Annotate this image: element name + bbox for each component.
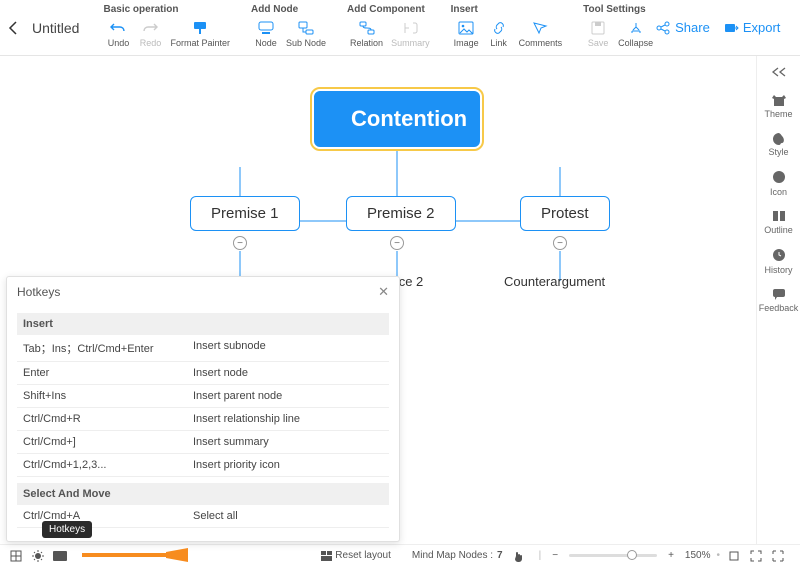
hk-row: Ctrl/Cmd+1,2,3...Insert priority icon xyxy=(17,454,389,477)
fit-icon[interactable] xyxy=(726,548,742,564)
relation-button[interactable]: Relation xyxy=(347,17,386,50)
fullscreen-icon[interactable] xyxy=(770,548,786,564)
save-button[interactable]: Save xyxy=(583,17,613,50)
node-premise1[interactable]: Premise 1 xyxy=(190,196,300,231)
insert-comments-button[interactable]: Comments xyxy=(516,17,566,50)
hk-row: Ctrl/Cmd+RInsert relationship line xyxy=(17,408,389,431)
hk-row: Shift+InsInsert parent node xyxy=(17,385,389,408)
center-icon[interactable] xyxy=(748,548,764,564)
shirt-icon xyxy=(771,93,787,107)
sidebar-icon[interactable]: Icon xyxy=(757,163,800,203)
node-root[interactable]: Contention xyxy=(314,91,480,147)
group-tools-label: Tool Settings xyxy=(583,4,656,15)
share-button[interactable]: Share xyxy=(656,20,710,35)
hotkeys-close-icon[interactable]: ✕ xyxy=(378,284,389,300)
group-addcomp-label: Add Component xyxy=(347,4,433,15)
sidebar-collapse-icon[interactable] xyxy=(757,64,800,87)
document-title[interactable]: Untitled xyxy=(32,20,79,36)
format-painter-button[interactable]: Format Painter xyxy=(167,17,233,50)
back-button[interactable] xyxy=(8,18,18,38)
hk-row: Ctrl/Cmd+]Insert summary xyxy=(17,431,389,454)
toolbar: Basic operation Undo Redo Format Painter… xyxy=(103,0,656,55)
sidebar-history[interactable]: History xyxy=(757,241,800,281)
right-sidebar: Theme Style Icon Outline History Feedbac… xyxy=(756,56,800,544)
status-keyboard-icon[interactable] xyxy=(52,548,68,564)
toggle-p1[interactable]: − xyxy=(233,236,247,250)
export-button[interactable]: Export xyxy=(724,20,781,35)
sidebar-outline[interactable]: Outline xyxy=(757,203,800,241)
smiley-icon xyxy=(771,169,787,185)
node-protest[interactable]: Protest xyxy=(520,196,610,231)
add-node-button[interactable]: Node xyxy=(251,17,281,50)
insert-link-button[interactable]: Link xyxy=(484,17,514,50)
zoom-out-button[interactable]: − xyxy=(547,550,563,561)
node-counterargument[interactable]: Counterargument xyxy=(504,274,605,289)
undo-button[interactable]: Undo xyxy=(103,17,133,50)
group-insert-label: Insert xyxy=(451,4,566,15)
hotkeys-panel: Hotkeys ✕ InsertTab；Ins；Ctrl/Cmd+EnterIn… xyxy=(6,276,400,542)
status-grid-icon[interactable] xyxy=(8,548,24,564)
reset-layout-button[interactable]: Reset layout xyxy=(316,550,396,561)
hotkeys-tooltip: Hotkeys xyxy=(42,521,92,538)
sidebar-feedback[interactable]: Feedback xyxy=(757,281,800,319)
zoom-in-button[interactable]: + xyxy=(663,550,679,561)
nodes-count: 7 xyxy=(497,550,503,561)
collapse-button[interactable]: Collapse xyxy=(615,17,656,50)
hk-row: Tab；Ins；Ctrl/Cmd+EnterInsert subnode xyxy=(17,335,389,362)
toggle-p2[interactable]: − xyxy=(390,236,404,250)
chat-icon xyxy=(771,287,787,301)
add-subnode-button[interactable]: Sub Node xyxy=(283,17,329,50)
group-basic-label: Basic operation xyxy=(103,4,233,15)
group-addnode-label: Add Node xyxy=(251,4,329,15)
palette-icon xyxy=(771,131,787,145)
nodes-count-label: Mind Map Nodes : xyxy=(412,550,493,561)
annotation-arrow-icon xyxy=(82,548,188,562)
hotkeys-title: Hotkeys xyxy=(17,285,60,299)
zoom-value: 150% xyxy=(685,550,711,561)
summary-button[interactable]: Summary xyxy=(388,17,433,50)
redo-button[interactable]: Redo xyxy=(135,17,165,50)
hand-icon[interactable] xyxy=(511,548,527,564)
hk-section: Select And Move xyxy=(17,483,389,505)
outline-icon xyxy=(771,209,787,223)
zoom-slider[interactable] xyxy=(569,554,657,557)
node-premise2[interactable]: Premise 2 xyxy=(346,196,456,231)
toggle-p3[interactable]: − xyxy=(553,236,567,250)
status-sun-icon[interactable] xyxy=(30,548,46,564)
hk-section: Insert xyxy=(17,313,389,335)
clock-icon xyxy=(771,247,787,263)
insert-image-button[interactable]: Image xyxy=(451,17,482,50)
hk-row: EnterInsert node xyxy=(17,362,389,385)
sidebar-theme[interactable]: Theme xyxy=(757,87,800,125)
sidebar-style[interactable]: Style xyxy=(757,125,800,163)
